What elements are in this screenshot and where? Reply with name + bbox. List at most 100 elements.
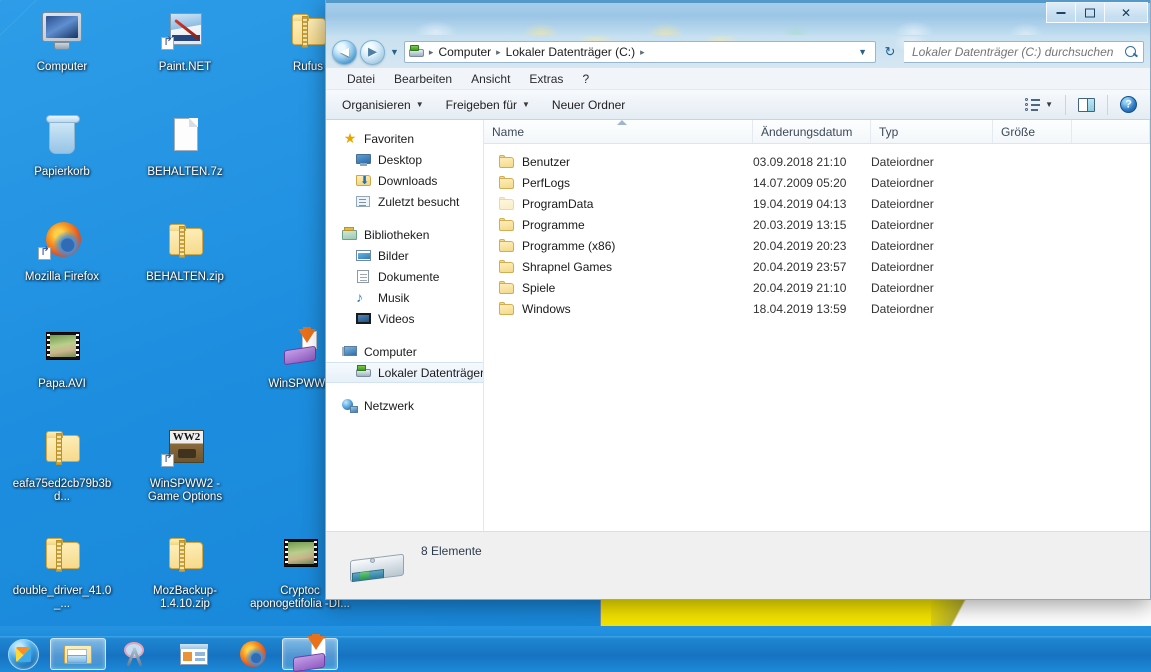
- taskbar[interactable]: [0, 635, 1151, 672]
- column-header-date[interactable]: Änderungsdatum: [753, 120, 871, 143]
- sidebar-item-dokumente[interactable]: Dokumente: [326, 266, 483, 287]
- column-header-extra[interactable]: [1072, 120, 1150, 143]
- breadcrumb-computer[interactable]: Computer: [435, 43, 494, 61]
- column-headers[interactable]: Name Änderungsdatum Typ Größe: [484, 120, 1150, 144]
- table-row[interactable]: Windows 18.04.2019 13:59 Dateiordner: [484, 298, 1150, 319]
- file-rows[interactable]: Benutzer 03.09.2018 21:10 Dateiordner Pe…: [484, 144, 1150, 531]
- file-name-cell[interactable]: PerfLogs: [484, 176, 753, 190]
- taskbar-item-winspww2-installer[interactable]: [282, 638, 338, 670]
- table-row[interactable]: Programme 20.03.2019 13:15 Dateiordner: [484, 214, 1150, 235]
- desktop-icon-firefox[interactable]: Mozilla Firefox: [10, 218, 114, 284]
- sidebar-item-lokaler-datentraeger[interactable]: Lokaler Datenträger: [326, 362, 483, 383]
- breadcrumb-separator[interactable]: ▸: [494, 47, 503, 58]
- sidebar-item-downloads[interactable]: ⬇ Downloads: [326, 170, 483, 191]
- view-options-button[interactable]: ▼: [1018, 94, 1060, 116]
- desktop-icon-eafa-archive[interactable]: eafa75ed2cb79b3bd...: [10, 425, 114, 504]
- menu-bar[interactable]: Datei Bearbeiten Ansicht Extras ?: [326, 68, 1150, 90]
- desktop-icon-papa-avi[interactable]: Papa.AVI: [10, 325, 114, 391]
- table-row[interactable]: Programme (x86) 20.04.2019 20:23 Dateior…: [484, 235, 1150, 256]
- menu-bearbeiten[interactable]: Bearbeiten: [385, 70, 461, 88]
- window-controls[interactable]: ✕: [1046, 2, 1148, 23]
- minimize-button[interactable]: [1046, 2, 1075, 23]
- sidebar-item-desktop[interactable]: Desktop: [326, 149, 483, 170]
- help-icon: [1120, 96, 1137, 113]
- start-button[interactable]: [2, 638, 48, 670]
- menu-ansicht[interactable]: Ansicht: [462, 70, 519, 88]
- desktop-icon-papierkorb[interactable]: Papierkorb: [10, 113, 114, 179]
- desktop-icon-label: WinSPWW2 - Game Options: [133, 478, 237, 504]
- navigation-bar[interactable]: ◄ ► ▼ ▸ Computer ▸ Lokaler Datenträger (…: [326, 36, 1150, 68]
- desktop-icon-double-driver[interactable]: double_driver_41.0_...: [10, 532, 114, 611]
- sidebar-item-zuletzt-besucht[interactable]: Zuletzt besucht: [326, 191, 483, 212]
- desktop-icon-behalten-zip[interactable]: BEHALTEN.zip: [133, 218, 237, 284]
- nav-group-bibliotheken: Bibliotheken Bilder Dokumente ♪ Musik Vi…: [326, 224, 483, 329]
- taskbar-item-media-center[interactable]: [166, 638, 222, 670]
- documents-icon: [356, 269, 372, 284]
- window-titlebar[interactable]: ✕: [326, 0, 1150, 36]
- desktop-icon-mozbackup[interactable]: MozBackup-1.4.10.zip: [133, 532, 237, 611]
- desktop-icon-label: eafa75ed2cb79b3bd...: [10, 478, 114, 504]
- file-name-cell[interactable]: Shrapnel Games: [484, 260, 753, 274]
- back-button[interactable]: ◄: [332, 40, 357, 65]
- search-input[interactable]: [912, 45, 1124, 59]
- file-type: Dateiordner: [871, 218, 993, 232]
- maximize-button[interactable]: [1075, 2, 1104, 23]
- breadcrumb-local-disk[interactable]: Lokaler Datenträger (C:): [503, 43, 638, 61]
- sidebar-item-videos[interactable]: Videos: [326, 308, 483, 329]
- file-name-cell[interactable]: Programme: [484, 218, 753, 232]
- file-name-cell[interactable]: Windows: [484, 302, 753, 316]
- new-folder-button[interactable]: Neuer Ordner: [542, 94, 635, 116]
- file-name-cell[interactable]: Benutzer: [484, 155, 753, 169]
- column-header-size[interactable]: Größe: [993, 120, 1072, 143]
- navigation-pane[interactable]: ★ Favoriten Desktop ⬇ Downloads Zuletzt …: [326, 120, 484, 531]
- table-row[interactable]: ProgramData 19.04.2019 04:13 Dateiordner: [484, 193, 1150, 214]
- search-icon[interactable]: [1124, 45, 1139, 60]
- table-row[interactable]: Spiele 20.04.2019 21:10 Dateiordner: [484, 277, 1150, 298]
- close-button[interactable]: ✕: [1104, 2, 1148, 23]
- command-bar[interactable]: Organisieren ▼ Freigeben für ▼ Neuer Ord…: [326, 90, 1150, 120]
- sidebar-item-musik[interactable]: ♪ Musik: [326, 287, 483, 308]
- file-name-cell[interactable]: Programme (x86): [484, 239, 753, 253]
- table-row[interactable]: Shrapnel Games 20.04.2019 23:57 Dateiord…: [484, 256, 1150, 277]
- sidebar-item-bilder[interactable]: Bilder: [326, 245, 483, 266]
- menu-help[interactable]: ?: [573, 70, 598, 88]
- help-button[interactable]: [1113, 92, 1144, 117]
- desktop-icon-winspww2-game-options[interactable]: WW2 WinSPWW2 - Game Options: [133, 425, 237, 504]
- desktop-icon-behalten-7z[interactable]: BEHALTEN.7z: [133, 113, 237, 179]
- explorer-icon: [63, 640, 93, 668]
- file-name-cell[interactable]: Spiele: [484, 281, 753, 295]
- desktop-icon-computer[interactable]: Computer: [10, 8, 114, 74]
- table-row[interactable]: PerfLogs 14.07.2009 05:20 Dateiordner: [484, 172, 1150, 193]
- file-list-pane[interactable]: Name Änderungsdatum Typ Größe Benutzer: [484, 120, 1150, 531]
- breadcrumb-separator[interactable]: ▸: [638, 47, 647, 58]
- refresh-button[interactable]: ↻: [879, 41, 901, 63]
- table-row[interactable]: Benutzer 03.09.2018 21:10 Dateiordner: [484, 151, 1150, 172]
- desktop-icon-paint-net[interactable]: Paint.NET: [133, 8, 237, 74]
- taskbar-item-explorer[interactable]: [50, 638, 106, 670]
- folder-zip-icon: [161, 532, 209, 582]
- address-bar[interactable]: ▸ Computer ▸ Lokaler Datenträger (C:) ▸ …: [404, 41, 876, 63]
- sidebar-item-netzwerk[interactable]: Netzwerk: [326, 395, 483, 416]
- share-with-button[interactable]: Freigeben für ▼: [436, 94, 540, 116]
- taskbar-item-firefox[interactable]: [224, 638, 280, 670]
- menu-extras[interactable]: Extras: [520, 70, 572, 88]
- music-icon: ♪: [356, 290, 372, 305]
- file-name-cell[interactable]: ProgramData: [484, 197, 753, 211]
- sidebar-item-computer[interactable]: Computer: [326, 341, 483, 362]
- column-header-type[interactable]: Typ: [871, 120, 993, 143]
- history-dropdown-icon[interactable]: ▼: [388, 47, 401, 57]
- organize-button[interactable]: Organisieren ▼: [332, 94, 434, 116]
- preview-pane-button[interactable]: [1071, 94, 1102, 116]
- address-dropdown-icon[interactable]: ▼: [853, 47, 872, 57]
- search-box[interactable]: [904, 41, 1144, 63]
- breadcrumb-separator[interactable]: ▸: [427, 47, 436, 58]
- menu-datei[interactable]: Datei: [338, 70, 384, 88]
- sidebar-item-bibliotheken[interactable]: Bibliotheken: [326, 224, 483, 245]
- column-header-name[interactable]: Name: [484, 120, 753, 143]
- forward-button[interactable]: ►: [360, 40, 385, 65]
- taskbar-item-snipping-tool[interactable]: [108, 638, 164, 670]
- sort-ascending-icon: [617, 120, 627, 125]
- status-bar: 8 Elemente: [326, 531, 1150, 599]
- sidebar-item-favoriten[interactable]: ★ Favoriten: [326, 128, 483, 149]
- explorer-window[interactable]: ✕ ◄ ► ▼ ▸ Computer ▸ Lokaler Datenträger…: [325, 0, 1151, 600]
